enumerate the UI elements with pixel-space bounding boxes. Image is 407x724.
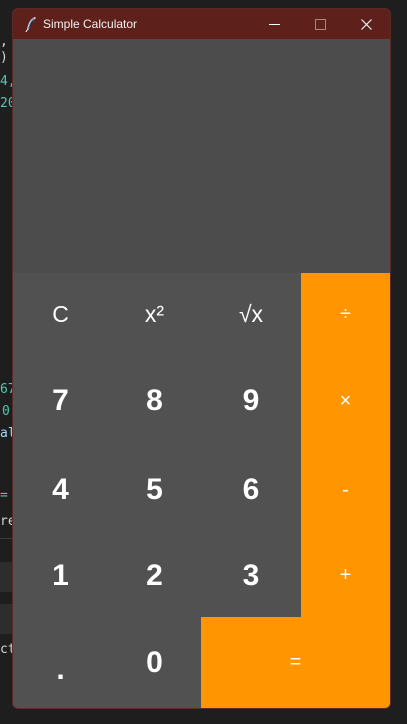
digit-8-button[interactable]: 8 bbox=[108, 356, 201, 446]
clear-button[interactable]: C bbox=[13, 273, 108, 356]
editor-fragment: ) bbox=[0, 50, 8, 65]
digit-2-button[interactable]: 2 bbox=[108, 534, 201, 617]
minimize-button[interactable] bbox=[251, 9, 297, 39]
digit-7-button[interactable]: 7 bbox=[13, 356, 108, 446]
editor-fragment: = bbox=[0, 488, 8, 503]
square-button[interactable]: x² bbox=[108, 273, 201, 356]
digit-0-button[interactable]: 0 bbox=[108, 617, 201, 708]
digit-9-button[interactable]: 9 bbox=[201, 356, 301, 446]
editor-fragment: 0 bbox=[2, 404, 10, 419]
decimal-button[interactable]: . bbox=[13, 617, 108, 708]
calculator-window: Simple Calculator C x² √x ÷ 7 8 9 × 4 5 … bbox=[12, 8, 391, 709]
multiply-button[interactable]: × bbox=[301, 356, 390, 446]
sqrt-button[interactable]: √x bbox=[201, 273, 301, 356]
digit-6-button[interactable]: 6 bbox=[201, 446, 301, 534]
maximize-icon bbox=[314, 18, 326, 30]
subtract-button[interactable]: - bbox=[301, 446, 390, 534]
title-bar[interactable]: Simple Calculator bbox=[13, 9, 390, 39]
divide-button[interactable]: ÷ bbox=[301, 273, 390, 356]
calculator-display bbox=[13, 39, 390, 273]
editor-panel-strip bbox=[0, 604, 12, 634]
close-icon bbox=[360, 18, 372, 30]
add-button[interactable]: + bbox=[301, 534, 390, 617]
editor-fragment: , bbox=[0, 34, 8, 49]
digit-1-button[interactable]: 1 bbox=[13, 534, 108, 617]
digit-4-button[interactable]: 4 bbox=[13, 446, 108, 534]
minimize-icon bbox=[268, 23, 280, 25]
digit-3-button[interactable]: 3 bbox=[201, 534, 301, 617]
close-button[interactable] bbox=[343, 9, 389, 39]
feather-icon bbox=[24, 16, 38, 33]
editor-panel-strip bbox=[0, 562, 12, 592]
editor-panel-strip bbox=[0, 538, 12, 539]
equals-button[interactable]: = bbox=[201, 617, 390, 708]
maximize-button[interactable] bbox=[297, 9, 343, 39]
window-title: Simple Calculator bbox=[43, 17, 138, 31]
digit-5-button[interactable]: 5 bbox=[108, 446, 201, 534]
